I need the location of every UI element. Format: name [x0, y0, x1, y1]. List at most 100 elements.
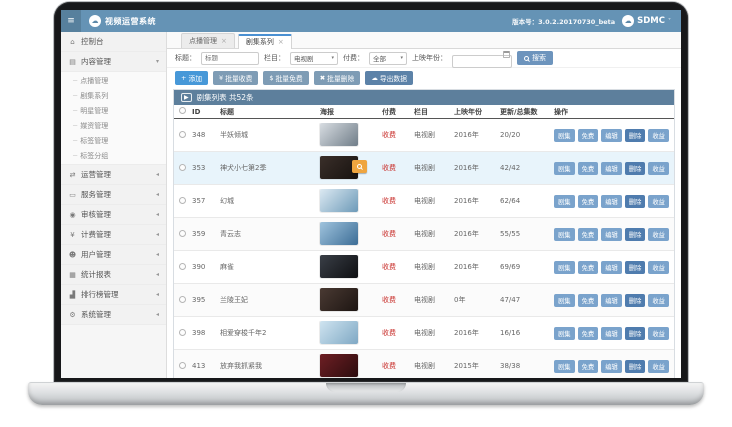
- table-row[interactable]: 353神犬小七第2季收费电视剧2016年42/42剧集免费编辑删除收益: [174, 152, 674, 185]
- row-checkbox[interactable]: [179, 362, 186, 369]
- table-row[interactable]: 413放弃我抓紧我收费电视剧2015年38/38剧集免费编辑删除收益: [174, 350, 674, 378]
- table-row[interactable]: 395兰陵王妃收费电视剧0年47/47剧集免费编辑删除收益: [174, 284, 674, 317]
- table-row[interactable]: 348半妖倾城收费电视剧2016年20/20剧集免费编辑删除收益: [174, 119, 674, 152]
- title-filter-input[interactable]: [201, 52, 259, 65]
- row-free-button[interactable]: 免费: [578, 162, 599, 175]
- row-free-button[interactable]: 免费: [578, 261, 599, 274]
- sidebar-item-system[interactable]: ⚙系统管理◂: [61, 305, 166, 325]
- sidebar-item-report[interactable]: ▦统计报表◂: [61, 265, 166, 285]
- user-menu[interactable]: ☁ SDMC ˅: [622, 15, 671, 27]
- batch-free-button[interactable]: $批量免费: [263, 71, 308, 85]
- sidebar-item-service[interactable]: ▭服务管理◂: [61, 185, 166, 205]
- hamburger-menu-icon[interactable]: ≡: [61, 10, 81, 32]
- select-all-checkbox[interactable]: [179, 107, 186, 114]
- row-delete-button[interactable]: 删除: [625, 195, 646, 208]
- row-checkbox[interactable]: [179, 296, 186, 303]
- row-revenue-button[interactable]: 收益: [648, 129, 669, 142]
- row-free-button[interactable]: 免费: [578, 129, 599, 142]
- batch-charge-button[interactable]: ¥批量收费: [213, 71, 258, 85]
- sidebar-item-content[interactable]: ▤内容管理▾: [61, 52, 166, 72]
- table-row[interactable]: 359青云志收费电视剧2016年55/55剧集免费编辑删除收益: [174, 218, 674, 251]
- row-revenue-button[interactable]: 收益: [648, 261, 669, 274]
- row-delete-button[interactable]: 删除: [625, 228, 646, 241]
- search-button[interactable]: 搜索: [517, 51, 553, 65]
- sidebar-subitem-4[interactable]: ─标签管理: [61, 133, 166, 148]
- row-delete-button[interactable]: 删除: [625, 261, 646, 274]
- row-revenue-button[interactable]: 收益: [648, 294, 669, 307]
- row-checkbox[interactable]: [179, 131, 186, 138]
- sidebar-subitem-1[interactable]: ─剧集系列: [61, 88, 166, 103]
- row-delete-button[interactable]: 删除: [625, 294, 646, 307]
- sidebar-item-dashboard[interactable]: ⌂控制台: [61, 32, 166, 52]
- close-icon[interactable]: ×: [221, 37, 227, 45]
- row-checkbox[interactable]: [179, 164, 186, 171]
- row-free-button[interactable]: 免费: [578, 228, 599, 241]
- row-free-button[interactable]: 免费: [578, 360, 599, 373]
- sidebar-subitem-0[interactable]: ─点播管理: [61, 73, 166, 88]
- row-episodes-button[interactable]: 剧集: [554, 162, 575, 175]
- row-revenue-button[interactable]: 收益: [648, 162, 669, 175]
- row-episodes-button[interactable]: 剧集: [554, 327, 575, 340]
- poster-thumbnail[interactable]: [320, 222, 358, 245]
- sidebar-subitem-3[interactable]: ─媒资管理: [61, 118, 166, 133]
- zoom-poster-button[interactable]: [352, 160, 367, 173]
- row-edit-button[interactable]: 编辑: [601, 261, 622, 274]
- row-episodes-button[interactable]: 剧集: [554, 360, 575, 373]
- row-edit-button[interactable]: 编辑: [601, 195, 622, 208]
- row-episodes: 62/64: [498, 197, 552, 205]
- row-revenue-button[interactable]: 收益: [648, 360, 669, 373]
- row-revenue-button[interactable]: 收益: [648, 327, 669, 340]
- row-episodes-button[interactable]: 剧集: [554, 195, 575, 208]
- pay-status: 收费: [380, 328, 412, 338]
- row-delete-button[interactable]: 删除: [625, 327, 646, 340]
- row-checkbox[interactable]: [179, 197, 186, 204]
- row-edit-button[interactable]: 编辑: [601, 327, 622, 340]
- poster-thumbnail[interactable]: [320, 321, 358, 344]
- row-edit-button[interactable]: 编辑: [601, 228, 622, 241]
- poster-thumbnail[interactable]: [320, 189, 358, 212]
- table-row[interactable]: 398相爱穿梭千年2收费电视剧2016年16/16剧集免费编辑删除收益: [174, 317, 674, 350]
- row-revenue-button[interactable]: 收益: [648, 228, 669, 241]
- poster-thumbnail[interactable]: [320, 288, 358, 311]
- batch-delete-button[interactable]: ✖批量删除: [314, 71, 361, 85]
- row-edit-button[interactable]: 编辑: [601, 294, 622, 307]
- tab-0[interactable]: 点播管理×: [181, 33, 235, 48]
- table-row[interactable]: 390麻雀收费电视剧2016年69/69剧集免费编辑删除收益: [174, 251, 674, 284]
- sidebar-item-operations[interactable]: ⇄运营管理◂: [61, 165, 166, 185]
- row-edit-button[interactable]: 编辑: [601, 129, 622, 142]
- row-revenue-button[interactable]: 收益: [648, 195, 669, 208]
- sidebar-item-users[interactable]: ☻用户管理◂: [61, 245, 166, 265]
- row-checkbox[interactable]: [179, 230, 186, 237]
- row-edit-button[interactable]: 编辑: [601, 162, 622, 175]
- row-checkbox[interactable]: [179, 263, 186, 270]
- row-checkbox[interactable]: [179, 329, 186, 336]
- sidebar-item-audit[interactable]: ◉审核管理◂: [61, 205, 166, 225]
- column-filter-select[interactable]: 电视剧 ▾: [290, 52, 338, 65]
- row-episodes-button[interactable]: 剧集: [554, 228, 575, 241]
- row-delete-button[interactable]: 删除: [625, 129, 646, 142]
- export-data-button[interactable]: ☁导出数据: [365, 71, 413, 85]
- poster-thumbnail[interactable]: [320, 354, 358, 377]
- pay-filter-select[interactable]: 全部 ▾: [369, 52, 407, 65]
- row-free-button[interactable]: 免费: [578, 327, 599, 340]
- row-episodes-button[interactable]: 剧集: [554, 261, 575, 274]
- row-delete-button[interactable]: 删除: [625, 162, 646, 175]
- row-free-button[interactable]: 免费: [578, 195, 599, 208]
- sidebar-item-billing[interactable]: ¥计费管理◂: [61, 225, 166, 245]
- poster-thumbnail[interactable]: [320, 123, 358, 146]
- sidebar-item-label: 统计报表: [81, 269, 152, 280]
- row-delete-button[interactable]: 删除: [625, 360, 646, 373]
- tab-1[interactable]: 剧集系列×: [238, 34, 292, 49]
- poster-thumbnail[interactable]: [320, 156, 358, 179]
- poster-thumbnail[interactable]: [320, 255, 358, 278]
- sidebar-subitem-5[interactable]: ─标签分组: [61, 148, 166, 163]
- row-free-button[interactable]: 免费: [578, 294, 599, 307]
- row-episodes-button[interactable]: 剧集: [554, 129, 575, 142]
- add-button[interactable]: +添加: [175, 71, 208, 85]
- sidebar-item-ranking[interactable]: ▟排行榜管理◂: [61, 285, 166, 305]
- sidebar-subitem-2[interactable]: ─明星管理: [61, 103, 166, 118]
- table-row[interactable]: 357幻城收费电视剧2016年62/64剧集免费编辑删除收益: [174, 185, 674, 218]
- row-edit-button[interactable]: 编辑: [601, 360, 622, 373]
- row-episodes-button[interactable]: 剧集: [554, 294, 575, 307]
- close-icon[interactable]: ×: [278, 38, 284, 46]
